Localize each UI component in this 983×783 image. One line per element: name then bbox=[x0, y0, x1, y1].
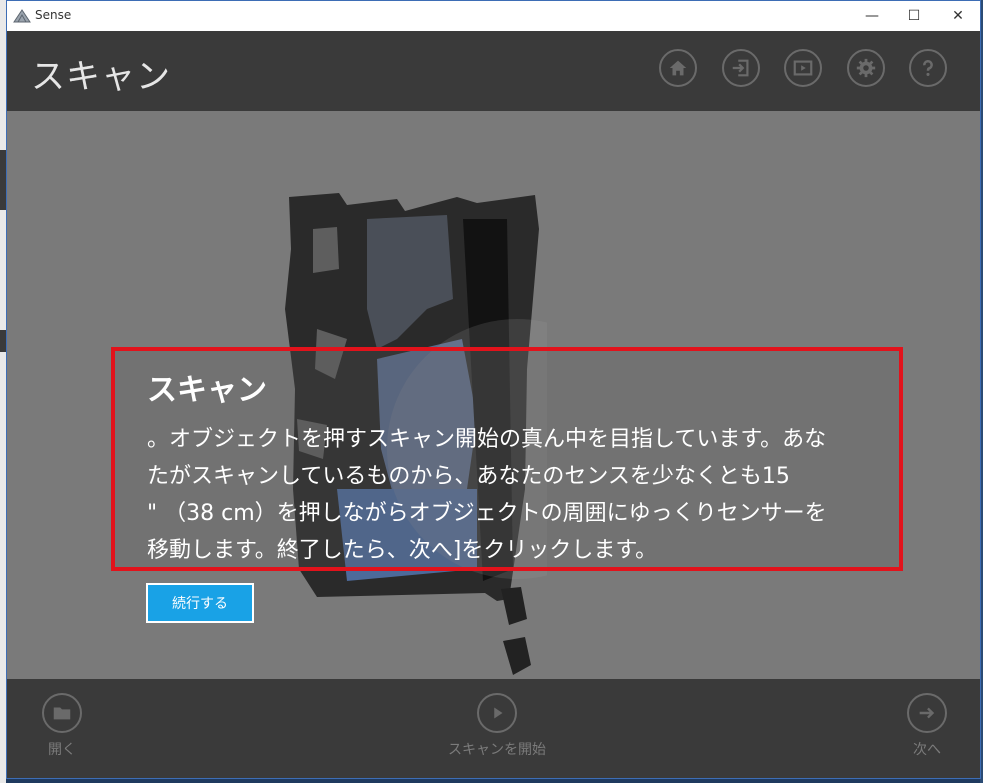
play-icon bbox=[793, 60, 813, 76]
help-button[interactable] bbox=[909, 49, 947, 87]
start-scan-icon-circle bbox=[477, 693, 517, 733]
settings-icon bbox=[856, 58, 876, 78]
open-label: 開く bbox=[48, 742, 76, 758]
app-window: Sense — ☐ ✕ スキャン スキャン 。オブジェクトを押すスキャン開始の真… bbox=[6, 0, 981, 779]
next-icon-circle bbox=[907, 693, 947, 733]
folder-icon bbox=[53, 707, 71, 720]
minimize-icon: — bbox=[865, 8, 879, 24]
next-label: 次へ bbox=[913, 742, 941, 758]
maximize-icon: ☐ bbox=[907, 8, 921, 24]
import-button[interactable] bbox=[722, 49, 760, 87]
open-file-button[interactable]: 開く bbox=[37, 693, 87, 759]
next-button[interactable]: 次へ bbox=[902, 693, 952, 759]
app-logo-icon bbox=[13, 9, 31, 23]
home-icon bbox=[669, 60, 687, 76]
continue-button[interactable]: 続行する bbox=[146, 583, 254, 623]
media-button[interactable] bbox=[784, 49, 822, 87]
folder-icon-circle bbox=[42, 693, 82, 733]
page-title: スキャン bbox=[31, 57, 171, 97]
window-title: Sense bbox=[35, 8, 72, 22]
home-button[interactable] bbox=[659, 49, 697, 87]
header-bar: スキャン bbox=[7, 31, 980, 111]
scan-instruction-dialog: スキャン 。オブジェクトを押すスキャン開始の真ん中を目指しています。あな たがス… bbox=[111, 347, 903, 571]
title-bar[interactable]: Sense — ☐ ✕ bbox=[7, 1, 980, 31]
dialog-message: 。オブジェクトを押すスキャン開始の真ん中を目指しています。あな たがスキャンして… bbox=[147, 427, 827, 563]
maximize-button[interactable]: ☐ bbox=[891, 1, 937, 31]
open-icon bbox=[732, 59, 749, 77]
minimize-button[interactable]: — bbox=[849, 1, 895, 31]
footer-bar: 開く スキャンを開始 次へ bbox=[7, 679, 980, 778]
close-icon: ✕ bbox=[952, 8, 964, 24]
start-scan-label: スキャンを開始 bbox=[448, 742, 546, 758]
app-content: スキャン スキャン 。オブジェクトを押すスキャン開始の真ん中を目指しています。あ… bbox=[7, 31, 980, 778]
arrow-right-icon bbox=[919, 707, 935, 719]
help-icon bbox=[923, 59, 933, 76]
start-scan-button[interactable]: スキャンを開始 bbox=[432, 693, 562, 759]
play-icon bbox=[494, 707, 503, 719]
settings-button[interactable] bbox=[847, 49, 885, 87]
dialog-title: スキャン bbox=[147, 373, 267, 408]
scan-viewport[interactable]: スキャン 。オブジェクトを押すスキャン開始の真ん中を目指しています。あな たがス… bbox=[7, 111, 980, 679]
close-button[interactable]: ✕ bbox=[935, 1, 980, 31]
